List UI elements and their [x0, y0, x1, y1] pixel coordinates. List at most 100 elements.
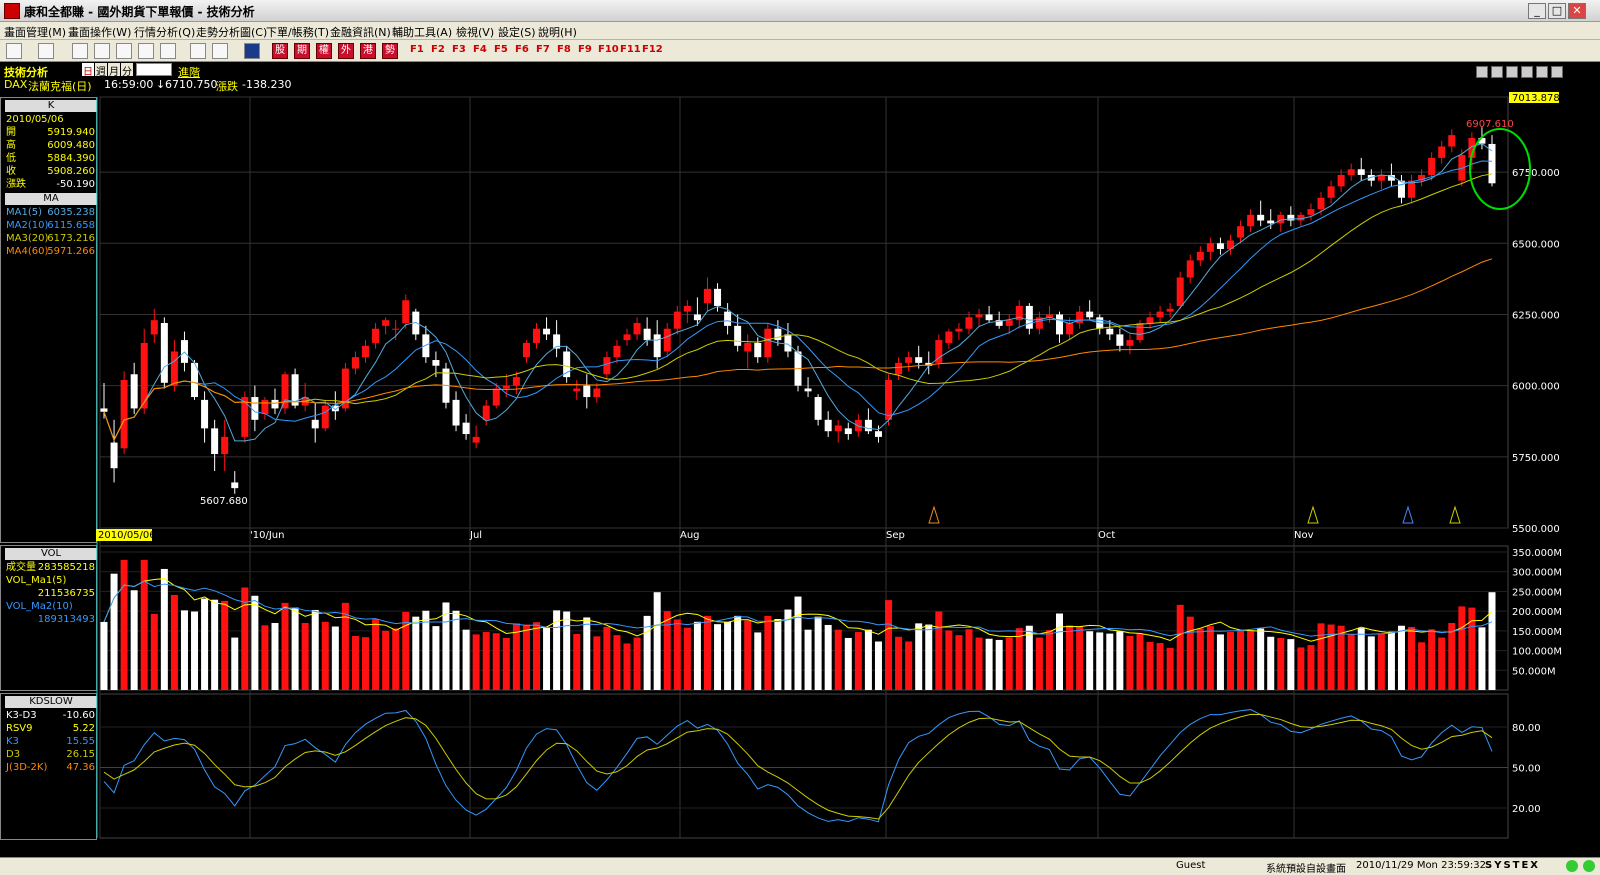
grid-icon[interactable] [94, 43, 110, 59]
date-tick-label: Nov [1294, 530, 1314, 541]
vol-tick-label: 200.000M [1512, 607, 1562, 618]
f6-key[interactable]: F6 [515, 44, 529, 55]
layout-icon[interactable] [38, 43, 54, 59]
menu-market-analysis[interactable]: 行情分析(Q) [134, 24, 195, 40]
new-window-icon[interactable] [6, 43, 22, 59]
candle-body [1488, 143, 1496, 184]
chart-icon[interactable] [160, 43, 176, 59]
f8-key[interactable]: F8 [557, 44, 571, 55]
panel-close-icon[interactable] [1551, 66, 1563, 78]
period-month[interactable]: 月 [108, 63, 120, 78]
search-chart-icon[interactable] [1506, 66, 1518, 78]
menu-screen-manage[interactable]: 畫面管理(M) [4, 24, 66, 40]
menu-screen-operate[interactable]: 畫面操作(W) [68, 24, 131, 40]
f9-key[interactable]: F9 [578, 44, 592, 55]
volume-bar [965, 629, 973, 690]
price-pane-frame [99, 96, 1509, 529]
signal-marker [1307, 505, 1319, 524]
candle-body [150, 320, 158, 335]
volume-bar [915, 623, 923, 690]
volume-bar [321, 621, 329, 690]
volume-bar [170, 594, 178, 690]
search-icon[interactable] [72, 43, 88, 59]
candle-body [432, 360, 440, 366]
volume-bar [1257, 628, 1265, 690]
candle-body [1146, 317, 1154, 324]
candle-body [281, 374, 289, 409]
candle-body [100, 408, 108, 412]
menu-trend-chart[interactable]: 走勢分析圖(C) [196, 24, 267, 40]
volume-bar [623, 643, 631, 690]
split-icon[interactable] [138, 43, 154, 59]
change-value: -138.230 [242, 78, 292, 91]
volume-bar [201, 598, 209, 690]
candle-body [1005, 320, 1013, 326]
link-icon[interactable] [190, 43, 206, 59]
zoom-out-icon[interactable] [1476, 66, 1488, 78]
candle-body [251, 397, 259, 420]
volume-bar [633, 637, 641, 690]
connection-icon [1566, 860, 1578, 872]
f1-key[interactable]: F1 [410, 44, 424, 55]
candle-body [231, 482, 239, 489]
stock-button[interactable]: 股 [272, 43, 288, 59]
menu-settings[interactable]: 設定(S) [498, 24, 536, 40]
volume-bar [412, 616, 420, 690]
candle-body [1347, 169, 1355, 175]
menu-order-account[interactable]: 下單/帳務(T) [266, 24, 329, 40]
volume-bar [1186, 616, 1194, 690]
period-minute[interactable]: 分 [121, 63, 133, 78]
options-button[interactable]: 權 [316, 43, 332, 59]
print-icon[interactable] [212, 43, 228, 59]
foreign-button[interactable]: 外 [338, 43, 354, 59]
volume-bar [522, 624, 530, 690]
f7-key[interactable]: F7 [536, 44, 550, 55]
restore-icon[interactable] [1536, 66, 1548, 78]
f5-key[interactable]: F5 [494, 44, 508, 55]
trend-button[interactable]: 勢 [382, 43, 398, 59]
close-button[interactable]: ✕ [1568, 3, 1586, 19]
f4-key[interactable]: F4 [473, 44, 487, 55]
candle-body [532, 328, 540, 343]
candle-body [714, 288, 722, 306]
menu-help[interactable]: 說明(H) [538, 24, 577, 40]
period-dropdown[interactable] [136, 63, 172, 76]
period-day[interactable]: 日 [82, 63, 94, 78]
volume-bar [120, 559, 128, 690]
volume-bar [1247, 630, 1255, 690]
volume-bar [613, 635, 621, 690]
settings-icon[interactable] [1521, 66, 1533, 78]
f10-key[interactable]: F10 [598, 44, 619, 55]
candle-body [603, 357, 611, 375]
f11-key[interactable]: F11 [620, 44, 641, 55]
zoom-in-icon[interactable] [1491, 66, 1503, 78]
volume-bar [1488, 592, 1496, 690]
candle-body [462, 422, 470, 435]
maximize-button[interactable]: □ [1548, 3, 1566, 19]
futures-button[interactable]: 期 [294, 43, 310, 59]
menu-finance-info[interactable]: 金融資訊(N) [330, 24, 391, 40]
volume-bar [794, 596, 802, 690]
minimize-button[interactable]: _ [1528, 3, 1546, 19]
volume-bar [1156, 643, 1164, 690]
candle-body [724, 311, 732, 326]
home-icon[interactable] [244, 43, 260, 59]
f3-key[interactable]: F3 [452, 44, 466, 55]
close-window-icon[interactable] [116, 43, 132, 59]
menu-view[interactable]: 檢視(V) [456, 24, 494, 40]
f12-key[interactable]: F12 [642, 44, 663, 55]
volume-bar [985, 638, 993, 690]
volume-bar [372, 619, 380, 690]
price-tick-label: 6750.000 [1512, 168, 1560, 179]
chart-area[interactable]: 7013.878 6750.000 6500.000 6250.000 6000.000… [0, 92, 1600, 862]
kd-tick-label: 50.00 [1512, 764, 1541, 775]
period-week[interactable]: 週 [95, 63, 107, 78]
candle-body [351, 357, 359, 369]
candle-body [1196, 251, 1204, 261]
volume-bar [653, 592, 661, 690]
hk-button[interactable]: 港 [360, 43, 376, 59]
volume-bar [1106, 633, 1114, 690]
f2-key[interactable]: F2 [431, 44, 445, 55]
menu-tools[interactable]: 輔助工具(A) [392, 24, 452, 40]
volume-bar [774, 619, 782, 690]
